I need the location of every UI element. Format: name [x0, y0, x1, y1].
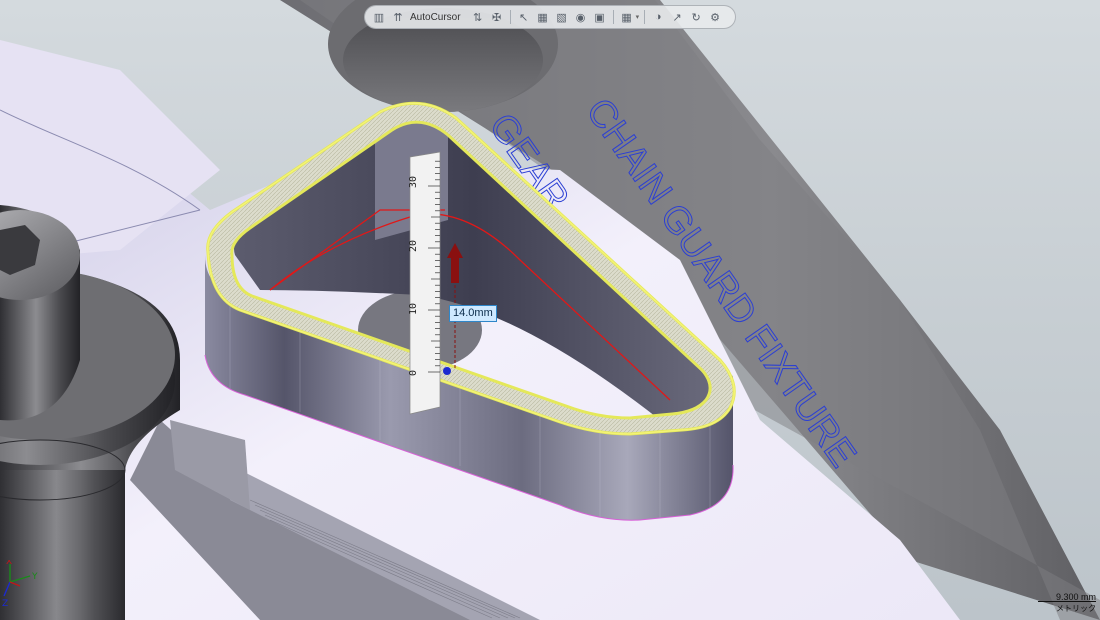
triad-y: Y	[31, 572, 38, 582]
drag-handle[interactable]	[443, 367, 451, 375]
view-icon[interactable]: ▦	[535, 9, 551, 25]
triad-z: Z	[2, 599, 8, 609]
autocursor-label[interactable]: AutoCursor	[409, 12, 467, 23]
section-icon[interactable]: ▣	[592, 9, 608, 25]
autocursor-icon[interactable]: ⇈	[390, 9, 406, 25]
dimension-value-label[interactable]: 14.0mm	[449, 305, 497, 322]
lock-icon[interactable]: ▥	[371, 9, 387, 25]
view-icon[interactable]: ▧	[554, 9, 570, 25]
part-3d-view[interactable]: CHAIN GUARD FIXTURE GEAR 0 10 20 30	[0, 0, 1100, 620]
scale-bar: 9.300 mm メトリック	[1038, 592, 1096, 614]
triad-x: X	[6, 560, 12, 567]
appearance-icon[interactable]: ◑	[650, 9, 666, 25]
scale-unit: メトリック	[1056, 604, 1096, 613]
select-icon[interactable]: ↖	[516, 9, 532, 25]
ruler-label-30: 30	[408, 176, 419, 188]
rotate-icon[interactable]: ↻	[688, 9, 704, 25]
xyz-icon[interactable]: ⇅	[470, 9, 486, 25]
heads-up-toolbar: ▥ ⇈ AutoCursor ⇅ ✠ ↖ ▦ ▧ ◉ ▣ ▦ ▾ ◑ ↗ ↻ ⚙	[364, 5, 736, 29]
ruler-label-10: 10	[408, 303, 419, 315]
coordinate-triad: Y X Z	[2, 560, 38, 609]
cursor-icon[interactable]: ↗	[669, 9, 685, 25]
settings-icon[interactable]: ⚙	[707, 9, 723, 25]
measure-ruler[interactable]: 0 10 20 30	[408, 151, 441, 415]
snap-icon[interactable]: ✠	[489, 9, 505, 25]
display-style-icon[interactable]: ◉	[573, 9, 589, 25]
chevron-down-icon[interactable]: ▾	[636, 13, 640, 21]
ruler-label-0: 0	[408, 370, 419, 376]
grid-icon[interactable]: ▦	[619, 9, 635, 25]
cad-viewport[interactable]: CHAIN GUARD FIXTURE GEAR 0 10 20 30 ▥ ⇈ …	[0, 0, 1100, 620]
ruler-label-20: 20	[408, 240, 419, 252]
